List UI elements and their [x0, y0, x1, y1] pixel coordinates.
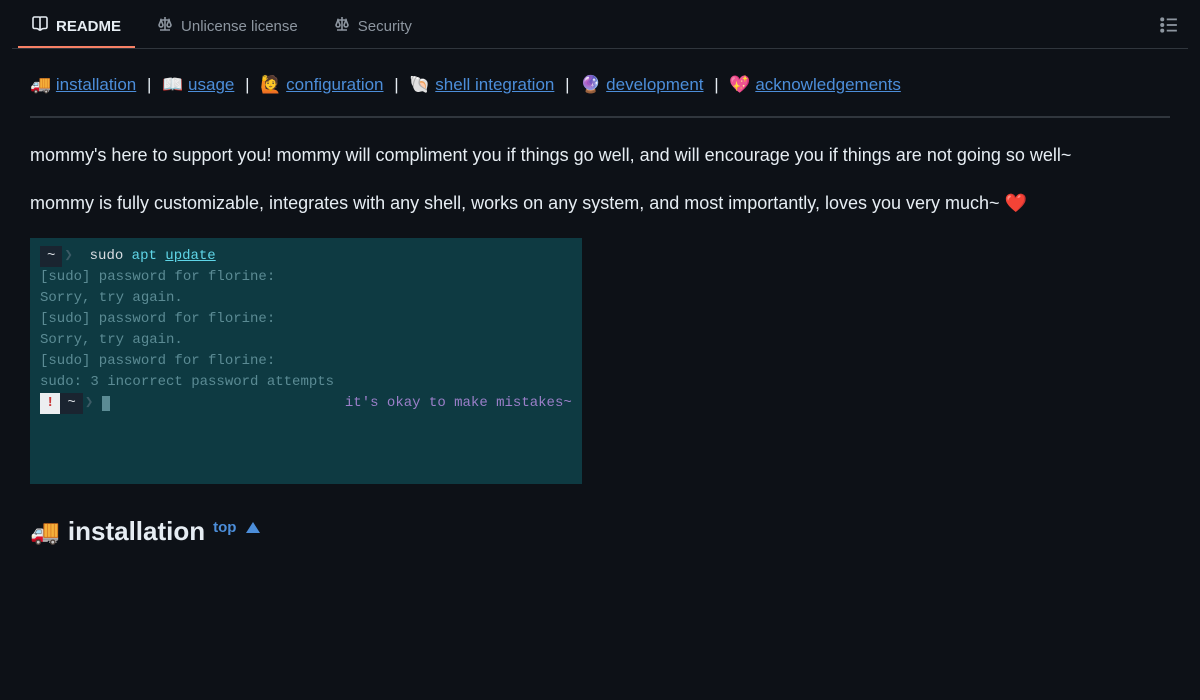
sparkle-heart-icon: 💖: [729, 75, 750, 94]
truck-icon: 🚚: [30, 518, 60, 547]
intro-paragraph-2: mommy is fully customizable, integrates …: [30, 190, 1170, 218]
intro-paragraph-2-text: mommy is fully customizable, integrates …: [30, 193, 1005, 213]
readme-tabs: README Unlicense license Security: [12, 0, 1188, 49]
list-icon: [1160, 21, 1178, 38]
outline-button[interactable]: [1150, 10, 1188, 45]
terminal-prompt-tilde: ~: [40, 246, 62, 267]
book-icon: [32, 16, 48, 36]
toc-link-installation[interactable]: installation: [56, 75, 136, 94]
terminal-cmd-update: update: [165, 248, 215, 264]
divider: [30, 116, 1170, 118]
back-to-top-link[interactable]: top: [213, 519, 236, 536]
shell-icon: 🐚: [409, 75, 430, 94]
terminal-cursor: [102, 396, 110, 411]
tab-license-label: Unlicense license: [181, 18, 298, 35]
tab-readme[interactable]: README: [18, 6, 135, 48]
tab-security[interactable]: Security: [320, 6, 426, 48]
open-book-icon: 📖: [162, 75, 183, 94]
toc-separator: |: [147, 75, 151, 94]
toc-link-shell-integration[interactable]: shell integration: [435, 75, 554, 94]
readme-content: 🚚 installation | 📖 usage | 🙋 configurati…: [12, 49, 1188, 569]
section-title: installation: [68, 516, 205, 547]
raising-hand-icon: 🙋: [260, 75, 281, 94]
tab-readme-label: README: [56, 18, 121, 35]
toc-link-usage[interactable]: usage: [188, 75, 234, 94]
law-icon: [157, 16, 173, 36]
terminal-cmd-sudo: sudo: [90, 248, 124, 264]
crystal-ball-icon: 🔮: [580, 75, 601, 94]
terminal-error-badge: !: [40, 393, 60, 414]
terminal-demo: ~❯ sudo apt update [sudo] password for f…: [30, 238, 582, 484]
heart-icon: ❤️: [1005, 193, 1027, 213]
triangle-up-icon: [246, 522, 260, 533]
terminal-line: Sorry, try again.: [40, 290, 183, 306]
toc-separator: |: [565, 75, 569, 94]
terminal-line: [sudo] password for florine:: [40, 311, 275, 327]
tab-license[interactable]: Unlicense license: [143, 6, 312, 48]
toc-link-acknowledgements[interactable]: acknowledgements: [755, 75, 901, 94]
toc-separator: |: [714, 75, 718, 94]
toc-link-development[interactable]: development: [606, 75, 703, 94]
truck-icon: 🚚: [30, 75, 51, 94]
terminal-prompt-tilde: ~: [60, 393, 82, 414]
terminal-cmd-apt: apt: [132, 248, 157, 264]
terminal-mommy-message: it's okay to make mistakes~: [345, 395, 572, 411]
toc-link-configuration[interactable]: configuration: [286, 75, 383, 94]
toc-separator: |: [245, 75, 249, 94]
terminal-line: sudo: 3 incorrect password attempts: [40, 374, 334, 390]
terminal-line: [sudo] password for florine:: [40, 353, 275, 369]
section-heading-installation: 🚚 installation top: [30, 516, 1170, 547]
toc-separator: |: [394, 75, 398, 94]
table-of-contents: 🚚 installation | 📖 usage | 🙋 configurati…: [30, 71, 1170, 98]
intro-paragraph-1: mommy's here to support you! mommy will …: [30, 142, 1170, 170]
terminal-line: [sudo] password for florine:: [40, 269, 275, 285]
law-icon: [334, 16, 350, 36]
terminal-prompt-arrow: ❯: [64, 248, 81, 264]
tab-security-label: Security: [358, 18, 412, 35]
terminal-line: Sorry, try again.: [40, 332, 183, 348]
terminal-prompt-arrow: ❯: [85, 395, 102, 411]
